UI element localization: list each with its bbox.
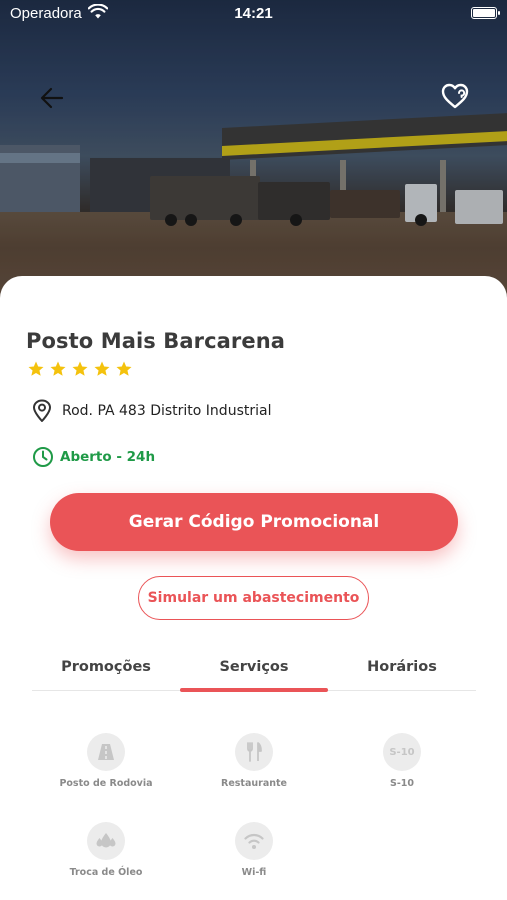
service-posto-de-rodovia: Posto de Rodovia — [32, 733, 180, 789]
wifi-icon — [235, 822, 273, 860]
station-name: Posto Mais Barcarena — [26, 329, 286, 353]
arrow-left-icon — [40, 87, 64, 109]
service-label: Posto de Rodovia — [59, 778, 153, 789]
s10-icon-text: S-10 — [389, 746, 415, 758]
status-bar: Operadora 14:21 — [0, 0, 507, 30]
location-pin-icon — [33, 399, 51, 422]
oil-drop-icon — [87, 822, 125, 860]
service-s10: S-10 S-10 — [328, 733, 476, 789]
service-label: Troca de Óleo — [69, 867, 143, 878]
station-address: Rod. PA 483 Distrito Industrial — [62, 403, 272, 419]
favorite-button[interactable] — [436, 78, 474, 114]
details-tabs: Promoções Serviços Horários — [32, 654, 476, 692]
star-icon — [50, 361, 66, 376]
service-restaurante: Restaurante — [180, 733, 328, 789]
service-wifi: Wi-fi — [180, 822, 328, 878]
road-icon — [87, 733, 125, 771]
tab-promocoes[interactable]: Promoções — [32, 659, 180, 675]
star-icon — [72, 361, 88, 376]
heart-icon — [441, 83, 469, 109]
back-button[interactable] — [34, 80, 70, 116]
opening-hours: Aberto - 24h — [60, 449, 156, 465]
cutlery-icon — [235, 733, 273, 771]
clock-icon — [33, 447, 53, 467]
star-icon — [28, 361, 44, 376]
generate-promo-code-button[interactable]: Gerar Código Promocional — [50, 493, 458, 551]
battery-icon — [471, 7, 500, 19]
star-icon — [94, 361, 110, 376]
clock: 14:21 — [234, 5, 273, 22]
simulate-refuel-button[interactable]: Simular um abastecimento — [138, 576, 369, 620]
star-icon — [116, 361, 132, 376]
station-hero-image — [0, 0, 507, 300]
station-details-card: Posto Mais Barcarena Rod. PA 483 Distrit… — [0, 276, 507, 900]
address-row: Rod. PA 483 Distrito Industrial — [32, 399, 271, 423]
tab-horarios[interactable]: Horários — [328, 659, 476, 675]
tab-servicos[interactable]: Serviços — [180, 659, 328, 675]
opening-hours-row: Aberto - 24h — [32, 446, 155, 468]
active-tab-indicator — [180, 688, 328, 692]
service-label: Wi-fi — [241, 867, 267, 878]
service-label: S-10 — [389, 778, 414, 789]
service-troca-de-oleo: Troca de Óleo — [32, 822, 180, 878]
s10-icon: S-10 — [383, 733, 421, 771]
service-label: Restaurante — [221, 778, 287, 789]
rating-stars — [27, 360, 133, 378]
